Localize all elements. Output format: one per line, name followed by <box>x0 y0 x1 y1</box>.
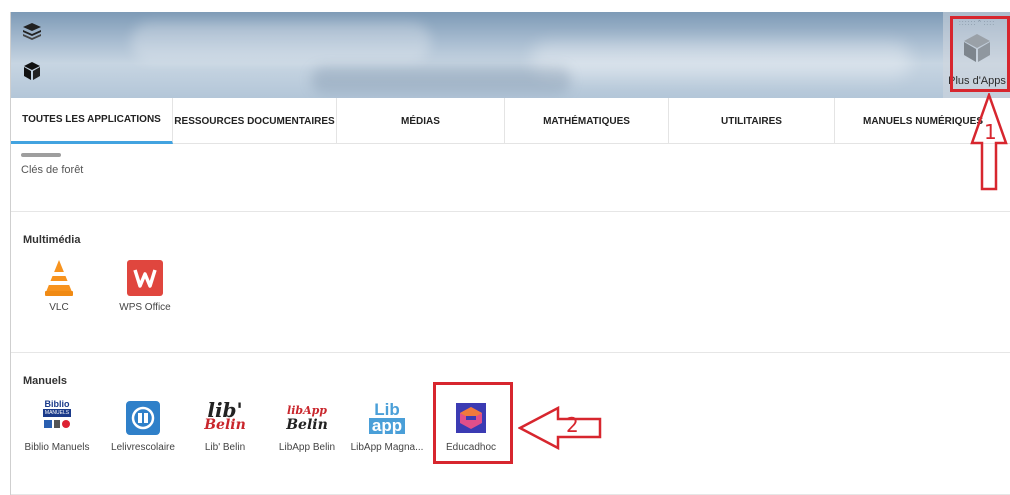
tab-all-apps[interactable]: TOUTES LES APPLICATIONS <box>11 98 173 144</box>
divider <box>11 211 1010 212</box>
tab-utilities[interactable]: UTILITAIRES <box>669 98 835 144</box>
app-libapp-belin[interactable]: libApp Belin LibApp Belin <box>267 398 347 453</box>
lib-belin-icon: lib' Belin <box>204 398 246 438</box>
libapp-belin-icon: libApp Belin <box>286 398 328 438</box>
divider <box>11 352 1010 353</box>
app-libapp-magnard[interactable]: Lib app LibApp Magna... <box>347 398 427 453</box>
app-biblio-manuels[interactable]: Biblio MANUELS Biblio Manuels <box>17 398 97 453</box>
lib-belin-icon-text: lib' <box>207 398 243 422</box>
app-label: Lelivrescolaire <box>111 442 175 453</box>
category-tabs: TOUTES LES APPLICATIONS RESSOURCES DOCUM… <box>11 98 1010 144</box>
app-label: VLC <box>49 302 69 313</box>
vlc-icon <box>39 258 79 298</box>
app-icon-partial <box>21 153 61 157</box>
wps-office-icon <box>125 258 165 298</box>
app-label: LibApp Belin <box>278 442 336 453</box>
arrow-left-icon <box>518 406 602 450</box>
libapp-belin-icon-text: libApp <box>287 404 327 417</box>
app-label: LibApp Magna... <box>350 442 424 453</box>
cube-icon[interactable] <box>19 58 45 84</box>
tab-media[interactable]: MÉDIAS <box>337 98 505 144</box>
section-title-manuels: Manuels <box>23 375 68 387</box>
app-lib-belin[interactable]: lib' Belin Lib' Belin <box>185 398 265 453</box>
app-lelivrescolaire[interactable]: Lelivrescolaire <box>103 398 183 453</box>
annotation-number: 1 <box>984 120 997 144</box>
lelivrescolaire-icon <box>123 398 163 438</box>
lib-belin-icon-subtext: Belin <box>204 417 246 433</box>
app-vlc[interactable]: VLC <box>19 258 99 313</box>
layers-icon[interactable] <box>19 18 45 44</box>
libapp-magnard-icon-subtext: app <box>368 417 406 434</box>
tab-documentary-resources[interactable]: RESSOURCES DOCUMENTAIRES <box>173 98 337 144</box>
app-label: Lib' Belin <box>204 442 246 453</box>
biblio-icon-subtext: MANUELS <box>42 409 72 417</box>
app-wps-office[interactable]: WPS Office <box>105 258 185 313</box>
annotation-number: 2 <box>566 413 579 437</box>
section-title-multimedia: Multimédia <box>23 234 81 246</box>
app-label: WPS Office <box>119 302 171 313</box>
app-label: Biblio Manuels <box>24 442 90 453</box>
app-cles-de-foret[interactable]: Clés de forêt <box>21 153 83 176</box>
libapp-belin-icon-subtext: Belin <box>286 417 328 433</box>
libapp-magnard-icon: Lib app <box>367 398 407 438</box>
app-label: Clés de forêt <box>21 164 84 176</box>
highlight-box-2 <box>433 382 513 464</box>
highlight-box-1 <box>950 16 1010 92</box>
tab-mathematics[interactable]: MATHÉMATIQUES <box>505 98 669 144</box>
top-banner: ::::::⌃:::: Plus d'Apps <box>11 12 1010 98</box>
biblio-manuels-icon: Biblio MANUELS <box>37 398 77 438</box>
biblio-icon-text: Biblio <box>44 399 70 409</box>
